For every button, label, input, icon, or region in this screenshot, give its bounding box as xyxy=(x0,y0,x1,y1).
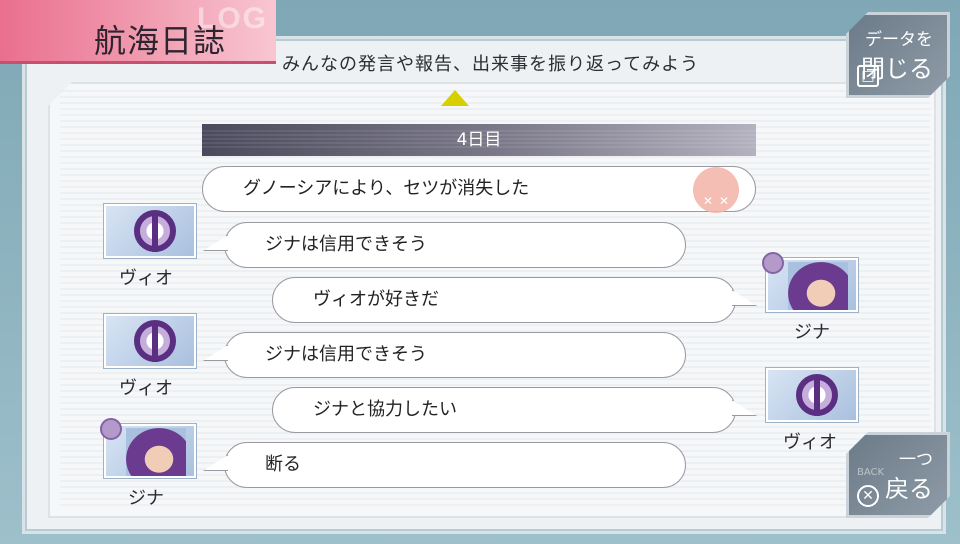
event-text: グノーシアにより、セツが消失した xyxy=(243,178,530,199)
game-screen: LOG 航海日誌 みんなの発言や報告、出来事を振り返ってみよう 4日目 グノーシ… xyxy=(0,0,960,544)
vio-emblem-icon xyxy=(134,320,176,362)
square-button-icon: □ xyxy=(857,65,879,87)
vio-emblem-icon xyxy=(134,210,176,252)
back-button-line1: 一つ xyxy=(899,450,933,470)
back-button-line2: 戻る xyxy=(885,475,933,503)
message-text: ジナは信用できそう xyxy=(265,344,427,365)
vio-emblem-icon xyxy=(796,374,838,416)
close-data-button[interactable]: データを 閉じる □ xyxy=(846,12,950,98)
gina-portrait xyxy=(788,262,848,310)
message-bubble: ジナは信用できそう xyxy=(224,332,686,378)
event-message: グノーシアにより、セツが消失した ✕ ✕ xyxy=(202,166,756,213)
message-text: ジナは信用できそう xyxy=(265,234,427,255)
page-subtitle: みんなの発言や報告、出来事を振り返ってみよう xyxy=(282,54,700,75)
skull-event-icon: ✕ ✕ xyxy=(693,167,739,213)
message-bubble: ジナと協力したい xyxy=(272,387,736,433)
message-text: ヴィオが好きだ xyxy=(313,289,439,310)
gnosia-mini-icon xyxy=(100,418,122,440)
message-bubble: ヴィオが好きだ xyxy=(272,277,736,323)
gina-portrait xyxy=(126,428,186,476)
gnosia-mini-icon xyxy=(762,252,784,274)
speaker-name: ヴィオ xyxy=(119,378,173,399)
message-text: ジナと協力したい xyxy=(313,399,457,420)
message-bubble: 断る xyxy=(224,442,686,488)
speaker-name: ジナ xyxy=(128,488,164,509)
speaker-name: ジナ xyxy=(794,322,830,343)
avatar-vio xyxy=(104,314,196,368)
avatar-gina xyxy=(100,418,196,478)
avatar-vio xyxy=(104,204,196,258)
message-bubble: ジナは信用できそう xyxy=(224,222,686,268)
day-label: 4日目 xyxy=(456,130,502,150)
speaker-name: ヴィオ xyxy=(119,268,173,289)
day-header: 4日目 xyxy=(202,124,756,156)
avatar-gina xyxy=(762,252,858,312)
back-hint-text: BACK xyxy=(857,467,885,478)
back-button[interactable]: BACK 一つ 戻る ✕ xyxy=(846,432,950,518)
cross-button-icon: ✕ xyxy=(857,485,879,507)
close-button-line1: データを xyxy=(865,30,933,50)
page-title: 航海日誌 xyxy=(94,22,227,60)
message-text: 断る xyxy=(265,454,301,475)
speaker-name: ヴィオ xyxy=(783,432,837,453)
avatar-vio xyxy=(766,368,858,422)
